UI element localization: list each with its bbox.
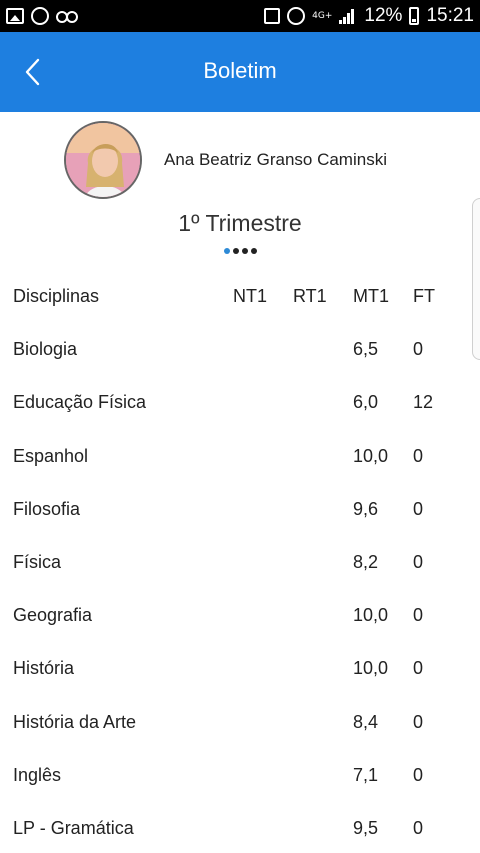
mt1-cell: 9,6 xyxy=(353,498,379,519)
status-bar: 4G+ 12% 15:21 xyxy=(0,0,480,32)
subject-cell: História xyxy=(13,658,75,679)
table-row: História da Arte 8,4 0 xyxy=(0,694,480,747)
grades-table: Disciplinas NT1 RT1 MT1 FT Biologia 6,5 … xyxy=(0,268,480,853)
ft-cell: 0 xyxy=(413,817,424,838)
ft-cell: 0 xyxy=(413,551,424,572)
table-header: Disciplinas NT1 RT1 MT1 FT xyxy=(0,268,480,321)
table-row: História 10,0 0 xyxy=(0,640,480,693)
subject-cell: LP - Gramática xyxy=(13,817,134,838)
ft-cell: 0 xyxy=(413,711,424,732)
page-dot[interactable] xyxy=(233,248,239,254)
battery-icon xyxy=(409,7,420,25)
mt1-cell: 10,0 xyxy=(353,658,389,679)
subject-cell: Filosofia xyxy=(13,498,81,519)
page-dot-active[interactable] xyxy=(224,248,230,254)
table-row: Geografia 10,0 0 xyxy=(0,587,480,640)
table-row: Física 8,2 0 xyxy=(0,534,480,587)
page-dot[interactable] xyxy=(251,248,257,254)
whatsapp-notification-icon xyxy=(31,7,49,25)
table-row: Inglês 7,1 0 xyxy=(0,747,480,800)
mt1-cell: 9,5 xyxy=(353,817,379,838)
network-type: 4G+ xyxy=(312,10,333,21)
mt1-cell: 10,0 xyxy=(353,445,389,466)
alarm-icon xyxy=(287,7,306,25)
student-profile: Ana Beatriz Granso Caminski xyxy=(64,121,387,199)
header-nt1: NT1 xyxy=(233,286,268,306)
table-row: Educação Física 6,0 12 xyxy=(0,374,480,427)
subject-cell: Educação Física xyxy=(13,392,147,413)
download-icon xyxy=(264,8,281,24)
period-title: 1º Trimestre xyxy=(178,210,302,236)
mt1-cell: 8,2 xyxy=(353,551,379,572)
header-disciplinas: Disciplinas xyxy=(13,286,100,306)
ft-cell: 0 xyxy=(413,445,424,466)
ft-cell: 0 xyxy=(413,658,424,679)
mt1-cell: 8,4 xyxy=(353,711,379,732)
student-photo xyxy=(66,123,140,197)
ft-cell: 0 xyxy=(413,605,424,626)
battery-percent: 12% xyxy=(364,5,403,26)
subject-cell: Física xyxy=(13,551,62,572)
mt1-cell: 7,1 xyxy=(353,764,379,785)
voicemail-icon xyxy=(56,11,78,23)
header-ft: FT xyxy=(413,286,435,306)
table-row: LP - Gramática 9,5 0 xyxy=(0,800,480,853)
subject-cell: Inglês xyxy=(13,764,62,785)
ft-cell: 12 xyxy=(413,392,434,413)
mt1-cell: 10,0 xyxy=(353,605,389,626)
ft-cell: 0 xyxy=(413,764,424,785)
subject-cell: Geografia xyxy=(13,605,93,626)
table-row: Biologia 6,5 0 xyxy=(0,321,480,374)
ft-cell: 0 xyxy=(413,339,424,360)
header-rt1: RT1 xyxy=(293,286,327,306)
gallery-notification-icon xyxy=(6,8,24,24)
page-title: Boletim xyxy=(203,58,277,83)
student-name: Ana Beatriz Granso Caminski xyxy=(164,150,387,169)
subject-cell: Espanhol xyxy=(13,445,89,466)
page-dot[interactable] xyxy=(242,248,248,254)
clock: 15:21 xyxy=(426,5,474,26)
avatar xyxy=(64,121,142,199)
app-bar: Boletim xyxy=(0,32,480,112)
table-row: Espanhol 10,0 0 xyxy=(0,428,480,481)
header-mt1: MT1 xyxy=(353,286,389,306)
mt1-cell: 6,0 xyxy=(353,392,379,413)
ft-cell: 0 xyxy=(413,498,424,519)
subject-cell: Biologia xyxy=(13,339,78,360)
page-indicator[interactable] xyxy=(224,248,257,254)
signal-icon xyxy=(339,8,357,24)
mt1-cell: 6,5 xyxy=(353,339,379,360)
subject-cell: História da Arte xyxy=(13,711,137,732)
table-row: Filosofia 9,6 0 xyxy=(0,481,480,534)
